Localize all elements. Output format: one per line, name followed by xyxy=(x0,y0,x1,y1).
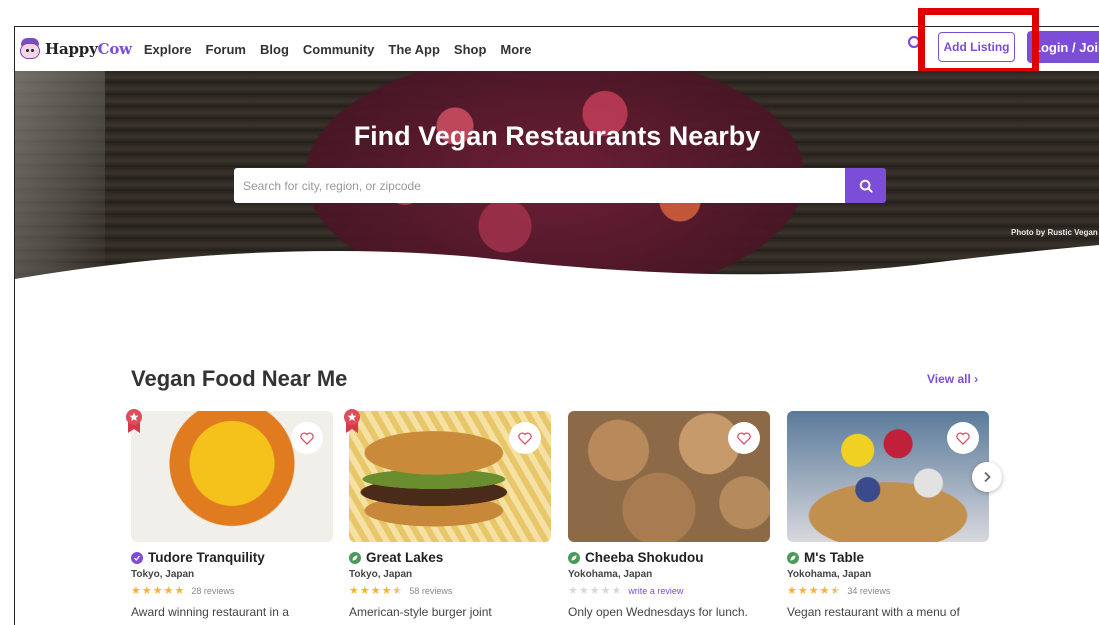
star-rating-icon: ★★★★★ xyxy=(568,585,623,597)
hero-banner: Find Vegan Restaurants Nearby Search for… xyxy=(15,71,1099,289)
write-review-link[interactable]: write a review xyxy=(628,586,683,596)
restaurant-location: Yokohama, Japan xyxy=(787,569,872,580)
nav-explore[interactable]: Explore xyxy=(144,42,192,57)
restaurant-location: Tokyo, Japan xyxy=(131,569,195,580)
logo-text: HappyCow xyxy=(45,40,132,58)
favorite-heart-icon[interactable] xyxy=(728,422,760,454)
hero-search-button[interactable] xyxy=(845,168,886,203)
restaurant-rating: ★★★★★ 58 reviews xyxy=(349,584,551,597)
review-count[interactable]: 28 reviews xyxy=(191,586,234,596)
restaurant-location: Tokyo, Japan xyxy=(349,569,413,580)
restaurant-rating: ★★★★★ write a review xyxy=(568,584,770,597)
restaurant-description: Only open Wednesdays for lunch. xyxy=(568,605,748,619)
restaurant-name[interactable]: Cheeba Shokudou xyxy=(568,550,770,565)
featured-ribbon-icon xyxy=(126,409,142,433)
nav-more[interactable]: More xyxy=(500,42,531,57)
review-count[interactable]: 58 reviews xyxy=(409,586,452,596)
section-title: Vegan Food Near Me xyxy=(131,366,348,391)
restaurant-photo[interactable] xyxy=(568,411,770,542)
happycow-logo[interactable]: HappyCow xyxy=(17,37,132,61)
restaurant-card[interactable]: Great Lakes Tokyo, Japan ★★★★★ 58 review… xyxy=(344,409,551,619)
restaurant-card[interactable]: Cheeba Shokudou Yokohama, Japan ★★★★★ wr… xyxy=(568,411,770,619)
favorite-heart-icon[interactable] xyxy=(509,422,541,454)
nav-forum[interactable]: Forum xyxy=(206,42,246,57)
favorite-heart-icon[interactable] xyxy=(291,422,323,454)
highlight-annotation-box xyxy=(918,8,1039,75)
restaurant-name[interactable]: Great Lakes xyxy=(349,550,551,565)
nav-shop[interactable]: Shop xyxy=(454,42,487,57)
hero-title: Find Vegan Restaurants Nearby xyxy=(353,121,761,151)
review-count[interactable]: 34 reviews xyxy=(847,586,890,596)
hero-wave-divider xyxy=(15,245,1099,289)
restaurant-card[interactable]: Tudore Tranquility Tokyo, Japan ★★★★★ 28… xyxy=(126,409,333,619)
chevron-right-icon: › xyxy=(974,372,979,386)
vegan-leaf-badge-icon xyxy=(349,551,361,564)
star-rating-icon: ★★★★★ xyxy=(787,585,842,597)
restaurant-description: Vegan restaurant with a menu of xyxy=(787,605,960,619)
star-rating-icon: ★★★★★ xyxy=(349,585,404,597)
restaurant-rating: ★★★★★ 34 reviews xyxy=(787,584,989,597)
search-icon xyxy=(859,179,873,193)
view-all-link[interactable]: View all › xyxy=(927,372,978,386)
restaurant-photo[interactable] xyxy=(349,411,551,542)
cow-logo-icon xyxy=(17,37,43,61)
restaurant-name[interactable]: M's Table xyxy=(787,550,989,565)
vegan-leaf-badge-icon xyxy=(568,551,580,564)
favorite-heart-icon[interactable] xyxy=(947,422,979,454)
nav-the-app[interactable]: The App xyxy=(388,42,440,57)
chevron-right-icon xyxy=(984,471,991,483)
nav-community[interactable]: Community xyxy=(303,42,375,57)
carousel-next-button[interactable] xyxy=(972,462,1002,492)
restaurant-description: Award winning restaurant in a xyxy=(131,605,289,619)
hero-search-input[interactable]: Search for city, region, or zipcode xyxy=(234,168,846,203)
restaurant-location: Yokohama, Japan xyxy=(568,569,653,580)
featured-ribbon-icon xyxy=(344,409,360,433)
restaurant-rating: ★★★★★ 28 reviews xyxy=(131,584,333,597)
star-rating-icon: ★★★★★ xyxy=(131,585,186,597)
nav-blog[interactable]: Blog xyxy=(260,42,289,57)
restaurant-name[interactable]: Tudore Tranquility xyxy=(131,550,333,565)
main-nav: Explore Forum Blog Community The App Sho… xyxy=(144,42,546,57)
restaurant-photo[interactable] xyxy=(131,411,333,542)
vegan-badge-icon xyxy=(131,551,143,564)
restaurant-description: American-style burger joint xyxy=(349,605,492,619)
restaurant-photo[interactable] xyxy=(787,411,989,542)
vegan-leaf-badge-icon xyxy=(787,551,799,564)
restaurant-card[interactable]: M's Table Yokohama, Japan ★★★★★ 34 revie… xyxy=(787,411,989,619)
